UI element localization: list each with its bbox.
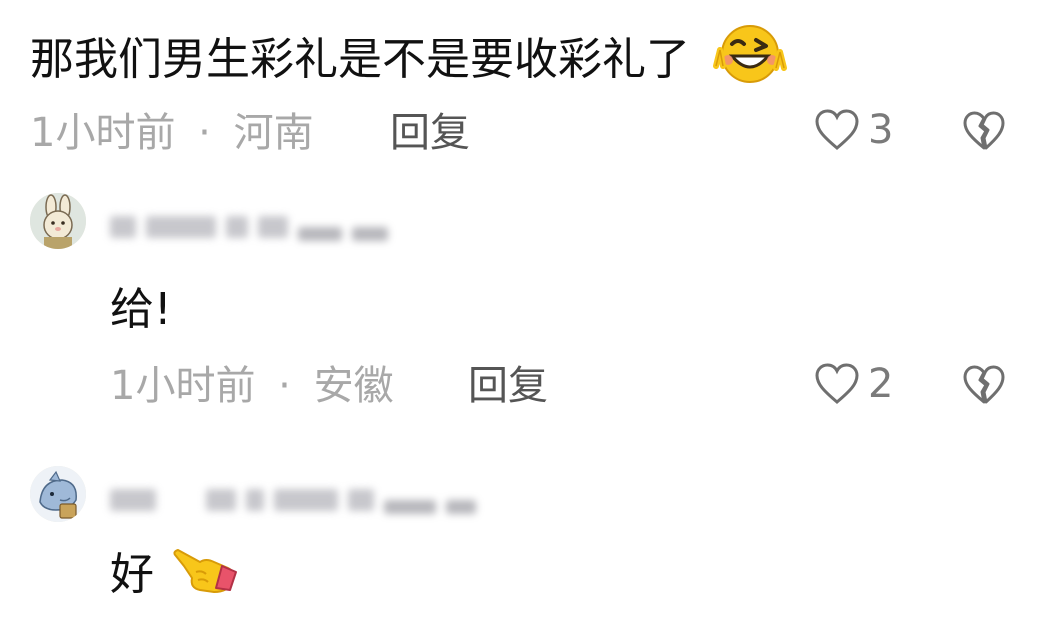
meta-separator: · xyxy=(198,110,211,156)
comment-1-location: 河南 xyxy=(233,110,314,156)
broken-heart-icon xyxy=(963,365,1005,404)
comment-1-time: 1小时前 xyxy=(30,110,176,156)
dolphin-avatar[interactable] xyxy=(30,466,86,522)
broken-heart-icon xyxy=(963,111,1005,150)
blurred-username-1[interactable] xyxy=(110,207,388,247)
comment-2-reply-button[interactable]: 回复 xyxy=(468,366,548,406)
grinning-wink-emoji-icon xyxy=(710,20,788,96)
comment-1-meta: 1小时前 · 河南 xyxy=(30,113,314,153)
comment-thread: 那我们男生彩礼是不是要收彩礼了 1小时前 · 河南 回复 3 给! 1小时前 ·… xyxy=(0,0,1062,628)
comment-1-text: 那我们男生彩礼是不是要收彩礼了 xyxy=(30,25,788,96)
comment-3-body: 好 xyxy=(110,549,154,600)
comment-1-like-count: 3 xyxy=(868,107,894,153)
comment-3-text: 好 xyxy=(110,548,240,606)
heart-outline-icon xyxy=(815,363,859,404)
bunny-avatar[interactable] xyxy=(30,193,86,249)
comment-1-like-button[interactable]: 3 xyxy=(814,108,893,152)
comment-2-text: 给! xyxy=(110,284,172,335)
comment-2-like-button[interactable]: 2 xyxy=(814,362,893,406)
comment-2-like-count: 2 xyxy=(868,361,894,407)
pointing-hand-emoji-icon xyxy=(170,542,240,606)
comment-1-reply-button[interactable]: 回复 xyxy=(390,113,470,153)
comment-1-dislike-button[interactable] xyxy=(962,110,1006,156)
comment-2-dislike-button[interactable] xyxy=(962,364,1006,410)
comment-2-location: 安徽 xyxy=(313,363,394,409)
heart-outline-icon xyxy=(815,109,859,150)
blurred-username-2[interactable] xyxy=(110,480,476,520)
meta-separator: · xyxy=(278,363,291,409)
comment-1-body: 那我们男生彩礼是不是要收彩礼了 xyxy=(30,34,690,85)
comment-2-meta: 1小时前 · 安徽 xyxy=(110,366,394,406)
comment-2-time: 1小时前 xyxy=(110,363,256,409)
